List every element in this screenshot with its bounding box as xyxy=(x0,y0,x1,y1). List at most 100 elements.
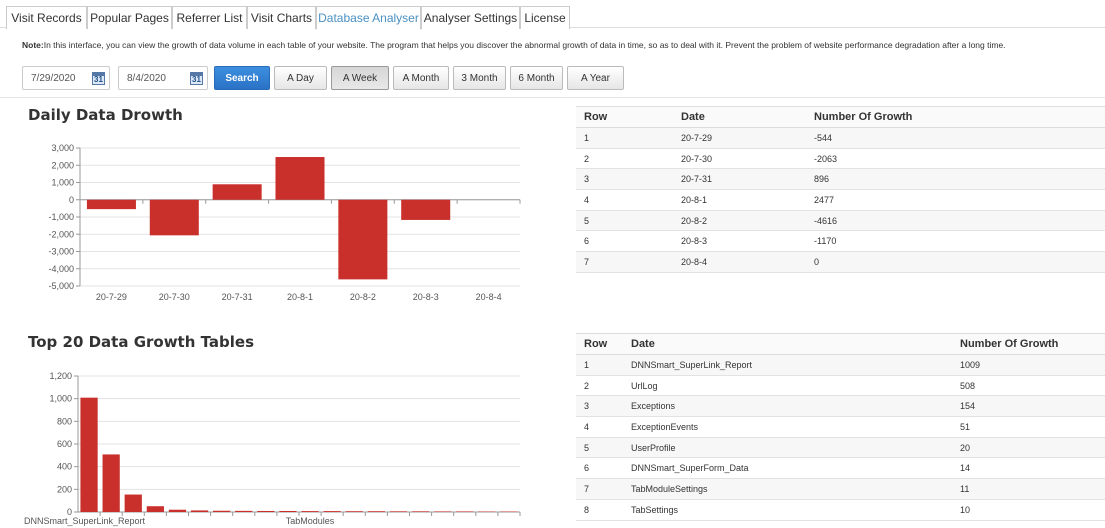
column-header[interactable]: Number Of Growth xyxy=(806,106,1105,128)
range-a-month-button[interactable]: A Month xyxy=(393,66,449,90)
tab-referrer-list[interactable]: Referrer List xyxy=(172,6,247,29)
table-cell: 20 xyxy=(952,437,1105,459)
table-cell: TabSettings xyxy=(623,499,952,521)
table-cell: UrlLog xyxy=(623,375,952,397)
table-cell: 0 xyxy=(806,251,1105,273)
table-cell: DNNSmart_SuperLink_Report xyxy=(623,354,952,376)
table-cell: 5 xyxy=(576,437,623,459)
note-text: Note:In this interface, you can view the… xyxy=(22,40,1006,50)
table-cell: -4616 xyxy=(806,210,1105,232)
table-cell: 8 xyxy=(576,499,623,521)
table-cell: 4 xyxy=(576,189,673,211)
chart-bar xyxy=(213,510,231,512)
table-cell: 4 xyxy=(576,416,623,438)
table-cell: -2063 xyxy=(806,148,1105,170)
tab-visit-records[interactable]: Visit Records xyxy=(6,6,87,29)
tab-visit-charts[interactable]: Visit Charts xyxy=(247,6,316,29)
y-tick-label: 2,000 xyxy=(51,160,74,170)
tab-bar: Visit Records Popular Pages Referrer Lis… xyxy=(0,0,1105,30)
table-cell: 896 xyxy=(806,168,1105,191)
column-header[interactable]: Row xyxy=(576,333,623,355)
table-row: 7 20-8-4 0 xyxy=(576,251,1105,273)
y-tick-label: 400 xyxy=(57,462,72,472)
table-row: 6 20-8-3 -1170 xyxy=(576,230,1105,253)
start-date-input[interactable]: 7/29/2020 31 xyxy=(22,66,110,90)
calendar-icon[interactable]: 31 xyxy=(190,72,203,85)
y-tick-label: 1,000 xyxy=(51,178,74,188)
table-cell: -1170 xyxy=(806,230,1105,253)
table-cell: 20-8-4 xyxy=(673,251,806,273)
table-cell: 20-7-31 xyxy=(673,168,806,191)
column-header[interactable]: Date xyxy=(623,333,952,355)
tab-license[interactable]: License xyxy=(520,6,570,29)
table-row: 2 UrlLog 508 xyxy=(576,375,1105,397)
table-row: 7 TabModuleSettings 11 xyxy=(576,478,1105,500)
chart-bar xyxy=(401,199,451,220)
table-cell: 20-7-30 xyxy=(673,148,806,170)
table-cell: 20-8-2 xyxy=(673,210,806,232)
tab-popular-pages[interactable]: Popular Pages xyxy=(87,6,172,29)
table-cell: 1009 xyxy=(952,354,1105,376)
end-date-value: 8/4/2020 xyxy=(127,72,166,84)
column-header[interactable]: Number Of Growth xyxy=(952,333,1105,355)
range-6-month-button[interactable]: 6 Month xyxy=(510,66,563,90)
search-button[interactable]: Search xyxy=(214,66,270,90)
range-3-month-button[interactable]: 3 Month xyxy=(453,66,506,90)
top20-chart: 1,2001,0008006004002000DNNSmart_SuperLin… xyxy=(24,371,521,526)
table-cell: 20-7-29 xyxy=(673,127,806,149)
daily-growth-table: Row Date Number Of Growth 1 20-7-29 -544 2 20-… xyxy=(576,106,1105,273)
table-row: 1 20-7-29 -544 xyxy=(576,127,1105,149)
chart-bar xyxy=(257,510,275,512)
top20-table: Row Date Number Of Growth 1 DNNSmart_SuperL… xyxy=(576,333,1105,521)
table-cell: 1 xyxy=(576,354,623,376)
table-row: 5 20-8-2 -4616 xyxy=(576,210,1105,232)
x-tick-label: 20-8-2 xyxy=(350,292,376,302)
chart-bar xyxy=(86,199,136,210)
table-cell: 20-8-3 xyxy=(673,230,806,253)
table-cell: 154 xyxy=(952,395,1105,418)
range-a-week-button[interactable]: A Week xyxy=(331,66,389,90)
y-tick-label: -1,000 xyxy=(48,212,74,222)
table-cell: -544 xyxy=(806,127,1105,149)
chart-bar xyxy=(338,199,388,280)
table-cell: 3 xyxy=(576,168,673,191)
table-row: 5 UserProfile 20 xyxy=(576,437,1105,459)
x-tick-label: 20-8-4 xyxy=(476,292,502,302)
column-header[interactable]: Row xyxy=(576,106,673,128)
note-prefix: Note: xyxy=(22,40,44,50)
tab-analyser-settings[interactable]: Analyser Settings xyxy=(421,6,520,29)
table-row: 3 20-7-31 896 xyxy=(576,168,1105,191)
y-tick-label: 0 xyxy=(69,195,74,205)
chart-bar xyxy=(275,157,325,200)
table-row: 2 20-7-30 -2063 xyxy=(576,148,1105,170)
table-cell: 51 xyxy=(952,416,1105,438)
chart-bar xyxy=(168,509,187,512)
table-cell: 2 xyxy=(576,148,673,170)
table-cell: 7 xyxy=(576,478,623,500)
end-date-input[interactable]: 8/4/2020 31 xyxy=(118,66,208,90)
x-tick-label: 20-8-1 xyxy=(287,292,313,302)
x-tick-label: 20-7-30 xyxy=(159,292,190,302)
table-cell: DNNSmart_SuperForm_Data xyxy=(623,457,952,480)
y-tick-label: 3,000 xyxy=(51,143,74,153)
table-row: 8 TabSettings 10 xyxy=(576,499,1105,521)
table-cell: Exceptions xyxy=(623,395,952,418)
x-tick-label: 20-7-31 xyxy=(222,292,253,302)
table-cell: 508 xyxy=(952,375,1105,397)
range-a-day-button[interactable]: A Day xyxy=(274,66,327,90)
table-row: 1 DNNSmart_SuperLink_Report 1009 xyxy=(576,354,1105,376)
start-date-value: 7/29/2020 xyxy=(31,72,76,84)
chart-bar xyxy=(434,511,452,512)
table-cell: 10 xyxy=(952,499,1105,521)
note-body: In this interface, you can view the grow… xyxy=(43,40,1006,50)
tab-database-analyser[interactable]: Database Analyser xyxy=(316,6,421,30)
y-tick-label: -2,000 xyxy=(48,229,74,239)
chart-bar xyxy=(80,397,98,512)
chart-bar xyxy=(124,494,142,512)
column-header[interactable]: Date xyxy=(673,106,806,128)
table-row: 4 ExceptionEvents 51 xyxy=(576,416,1105,438)
range-a-year-button[interactable]: A Year xyxy=(567,66,624,90)
table-cell: 6 xyxy=(576,457,623,480)
y-tick-label: -3,000 xyxy=(48,247,74,257)
calendar-icon[interactable]: 31 xyxy=(92,72,105,85)
